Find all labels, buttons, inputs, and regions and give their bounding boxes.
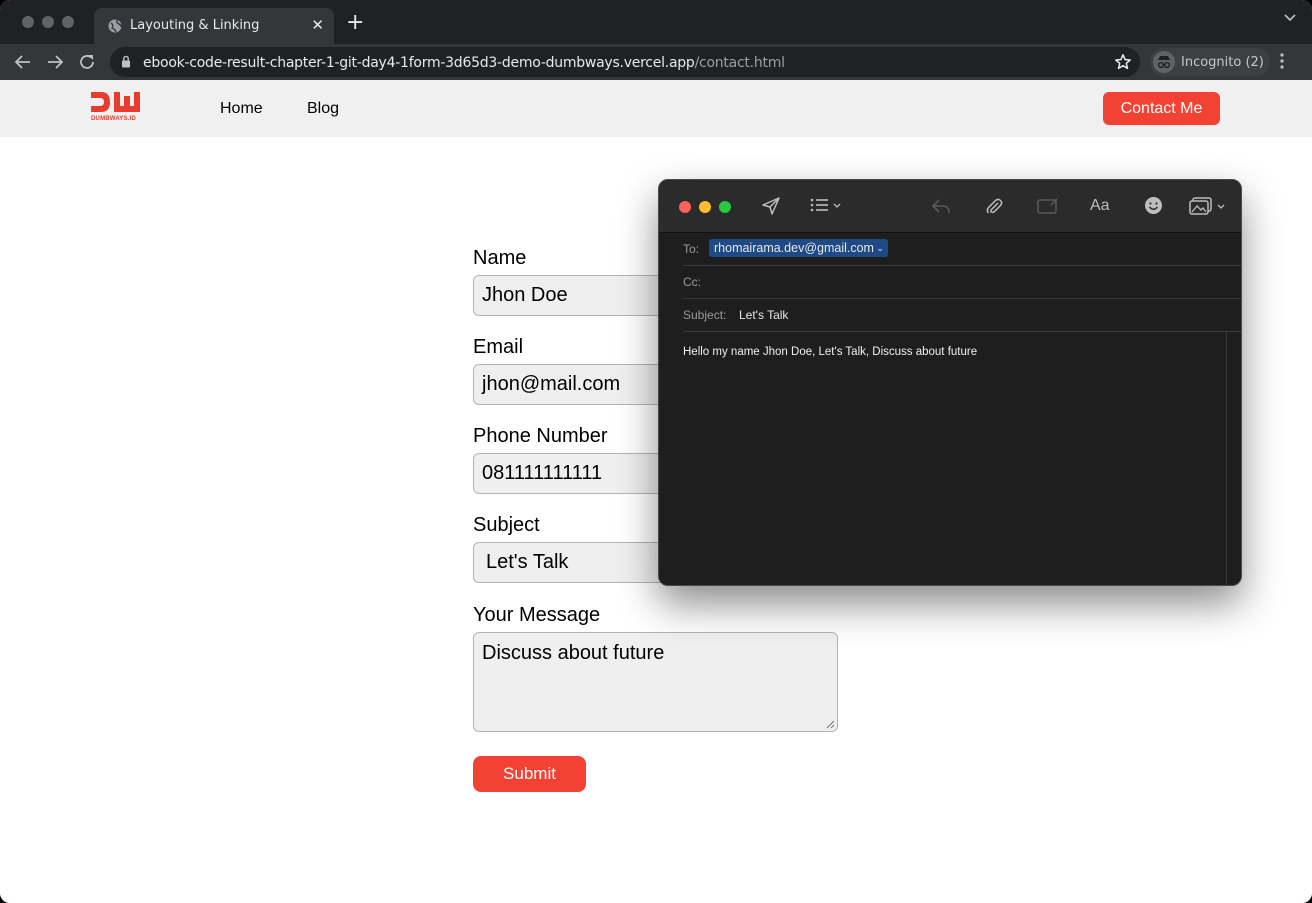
lock-icon	[122, 55, 130, 68]
globe-icon	[108, 19, 122, 33]
subject-label: Subject	[473, 514, 540, 536]
window-minimize-light[interactable]	[42, 16, 54, 28]
message-label: Your Message	[473, 604, 601, 626]
mail-subject-value: Let's Talk	[739, 308, 789, 322]
mail-toolbar: Aa	[659, 180, 1241, 233]
mail-compose-window: Aa To: rhomairama.dev@gmail.com ⌄ Cc: Sub…	[658, 179, 1242, 586]
window-close-light[interactable]	[22, 16, 34, 28]
mail-cc-label: Cc:	[683, 275, 701, 289]
markup-icon[interactable]	[1037, 197, 1059, 215]
mail-zoom-light[interactable]	[719, 201, 731, 213]
reload-icon[interactable]	[76, 51, 98, 73]
recipient-token[interactable]: rhomairama.dev@gmail.com ⌄	[709, 239, 888, 257]
back-icon[interactable]	[12, 51, 34, 73]
bookmark-star-icon[interactable]	[1114, 53, 1132, 71]
attach-paperclip-icon[interactable]	[985, 196, 1003, 216]
site-navbar: DUMBWAYS.ID Home Blog Contact Me	[0, 80, 1312, 137]
tab-title: Layouting & Linking	[130, 18, 260, 33]
profile-label: Incognito (2)	[1181, 55, 1264, 70]
mail-to-label: To:	[683, 242, 700, 256]
browser-toolbar: ebook-code-result-chapter-1-git-day4-1fo…	[0, 44, 1312, 80]
reply-icon[interactable]	[931, 197, 951, 215]
mail-to-row[interactable]: To: rhomairama.dev@gmail.com ⌄	[683, 233, 1241, 266]
resize-grip-icon[interactable]	[826, 720, 835, 729]
new-tab-icon[interactable]: +	[346, 12, 364, 34]
submit-button[interactable]: Submit	[473, 756, 586, 792]
tab-strip: Layouting & Linking ✕ +	[0, 0, 1312, 44]
name-label: Name	[473, 247, 527, 269]
mail-subject-label: Subject:	[683, 308, 727, 322]
mail-close-light[interactable]	[679, 201, 691, 213]
message-textarea[interactable]: Discuss about future	[473, 632, 838, 732]
window-zoom-light[interactable]	[62, 16, 74, 28]
tab-close-icon[interactable]: ✕	[311, 16, 324, 34]
address-bar[interactable]: ebook-code-result-chapter-1-git-day4-1fo…	[110, 47, 1140, 77]
browser-menu-icon[interactable]	[1280, 53, 1284, 69]
nav-home-link[interactable]: Home	[220, 100, 263, 118]
contact-me-button[interactable]: Contact Me	[1103, 92, 1220, 125]
tab-search-chevron-icon[interactable]	[1284, 14, 1296, 22]
mail-cc-row[interactable]: Cc:	[683, 266, 1241, 299]
email-label: Email	[473, 336, 524, 358]
chevron-down-icon: ⌄	[876, 243, 884, 253]
forward-icon[interactable]	[44, 51, 66, 73]
logo-caption: DUMBWAYS.ID	[91, 116, 136, 122]
send-icon[interactable]	[761, 196, 781, 216]
mail-minimize-light[interactable]	[699, 201, 711, 213]
incognito-icon	[1153, 51, 1175, 73]
mail-body-scrollbar[interactable]	[1226, 332, 1227, 585]
url-text: ebook-code-result-chapter-1-git-day4-1fo…	[143, 55, 785, 71]
format-text-button[interactable]: Aa	[1090, 197, 1110, 215]
mail-body-text[interactable]: Hello my name Jhon Doe, Let's Talk, Disc…	[683, 346, 977, 358]
message-text: Discuss about future	[482, 642, 665, 664]
emoji-icon[interactable]	[1144, 196, 1163, 215]
browser-tab[interactable]: Layouting & Linking ✕	[94, 8, 334, 44]
nav-blog-link[interactable]: Blog	[307, 100, 339, 118]
phone-label: Phone Number	[473, 425, 608, 447]
mail-subject-row[interactable]: Subject: Let's Talk	[683, 299, 1241, 332]
incognito-profile-button[interactable]: Incognito (2)	[1150, 48, 1270, 76]
header-fields-list-icon[interactable]	[810, 198, 842, 212]
photo-browser-icon[interactable]	[1189, 197, 1227, 215]
